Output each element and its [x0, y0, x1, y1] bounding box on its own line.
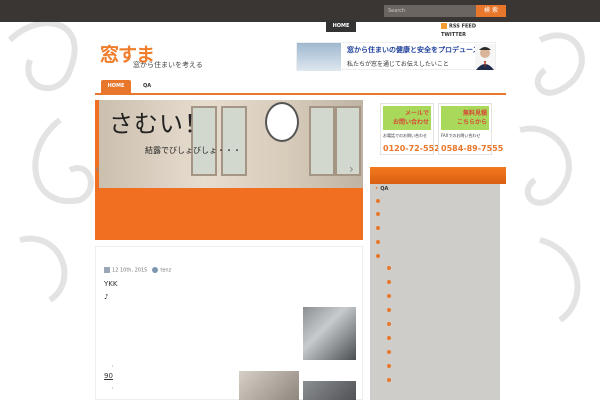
slide-title: さむい！ — [109, 110, 209, 138]
image-slider: さむい！ 結露でびしょびしょ・・・ ‹ › — [95, 100, 363, 240]
list-bullet-icon — [387, 378, 391, 382]
list-bullet-icon — [387, 266, 391, 270]
ad-line: こちらから — [456, 119, 487, 126]
mail-contact-banner[interactable]: メールで お問い合わせ お電話でのお問い合わせ 0120-72-5525 — [380, 103, 445, 155]
list-bullet-icon — [376, 240, 380, 244]
logo-tagline: 窓から住まいを考える — [133, 61, 203, 69]
site-logo[interactable]: 窓すま 窓から住まいを考える — [100, 40, 230, 72]
nav-item-qa[interactable]: QA — [137, 80, 157, 93]
post-note-mark: ♪ — [104, 293, 109, 301]
sidebar-widget-header — [370, 167, 506, 184]
list-bullet-icon — [376, 199, 380, 203]
post-author[interactable]: tenz — [160, 268, 171, 274]
blog-post: 12 10th, 2015 tenz YKK ♪ ・ 90 ・ — [95, 246, 363, 400]
slide-subtitle: 結露でびしょびしょ・・・ — [145, 146, 241, 155]
post-date: 12 10th, 2015 — [112, 267, 148, 274]
list-bullet-icon — [376, 254, 380, 258]
calendar-icon — [104, 267, 110, 273]
slider-next-arrow-icon[interactable]: › — [349, 162, 359, 176]
post-photo[interactable] — [239, 371, 299, 400]
sidebar-link-qa[interactable]: QA — [375, 186, 388, 192]
slide-image[interactable]: さむい！ 結露でびしょびしょ・・・ — [99, 100, 363, 188]
slider-prev-arrow-icon[interactable]: ‹ — [95, 162, 105, 176]
ad-line: メールで — [404, 110, 429, 117]
post-meta: 12 10th, 2015 tenz — [104, 267, 171, 274]
post-heading: YKK — [104, 280, 118, 288]
twitter-link[interactable]: TWITTER — [441, 32, 466, 38]
ad-panel: 無料見積 こちらから — [441, 106, 489, 130]
post-photo[interactable] — [303, 307, 356, 360]
ad-phone: 0120-72-5525 — [383, 144, 446, 153]
window-pane — [221, 106, 247, 176]
list-bullet-icon — [376, 226, 380, 230]
post-dot: ・ — [110, 386, 116, 392]
rss-label: RSS FEED — [449, 23, 476, 30]
list-bullet-icon — [387, 322, 391, 326]
ad-panel: メールで お問い合わせ — [383, 106, 431, 130]
list-bullet-icon — [376, 212, 380, 216]
header-banner[interactable]: 窓から住まいの健康と安全をプロデュース 私たちが窓を通じてお伝えしたいこと — [296, 42, 496, 71]
list-bullet-icon — [387, 294, 391, 298]
ad-headline: メールで お問い合わせ — [393, 109, 429, 127]
post-number-link[interactable]: 90 — [104, 372, 113, 380]
post-dot: ・ — [110, 364, 116, 370]
user-icon — [152, 267, 159, 273]
ad-line: 無料見積 — [462, 110, 487, 117]
ad-line: お問い合わせ — [392, 119, 429, 126]
list-bullet-icon — [387, 280, 391, 284]
list-bullet-icon — [387, 350, 391, 354]
post-photo[interactable] — [303, 381, 356, 400]
window-pane — [309, 106, 335, 176]
top-bar: 検 索 — [0, 0, 600, 22]
list-bullet-icon — [387, 364, 391, 368]
main-nav: HOME QA — [95, 80, 506, 95]
rss-feed-link[interactable]: RSS FEED — [441, 23, 476, 30]
list-bullet-icon — [387, 308, 391, 312]
ad-caption: FAXでのお問い合わせ — [441, 133, 481, 138]
banner-headline: 窓から住まいの健康と安全をプロデュース — [347, 46, 480, 54]
ad-headline: 無料見積 こちらから — [457, 109, 487, 127]
estimate-banner[interactable]: 無料見積 こちらから FAXでのお問い合わせ 0584-89-7555 — [438, 103, 503, 155]
thought-bubble-icon — [265, 102, 299, 142]
building-image — [297, 43, 341, 71]
ad-caption: お電話でのお問い合わせ — [383, 133, 427, 138]
person-photo — [475, 44, 495, 70]
rss-icon — [441, 23, 447, 29]
nav-item-home[interactable]: HOME — [101, 80, 131, 93]
banner-subline: 私たちが窓を通じてお伝えしたいこと — [347, 61, 449, 68]
top-nav-home-tab[interactable]: HOME — [326, 20, 356, 32]
search-button[interactable]: 検 索 — [476, 5, 506, 17]
list-bullet-icon — [387, 336, 391, 340]
search-input[interactable] — [384, 5, 476, 17]
sidebar: メールで お問い合わせ お電話でのお問い合わせ 0120-72-5525 無料見… — [370, 100, 506, 400]
ad-phone: 0584-89-7555 — [441, 144, 504, 153]
